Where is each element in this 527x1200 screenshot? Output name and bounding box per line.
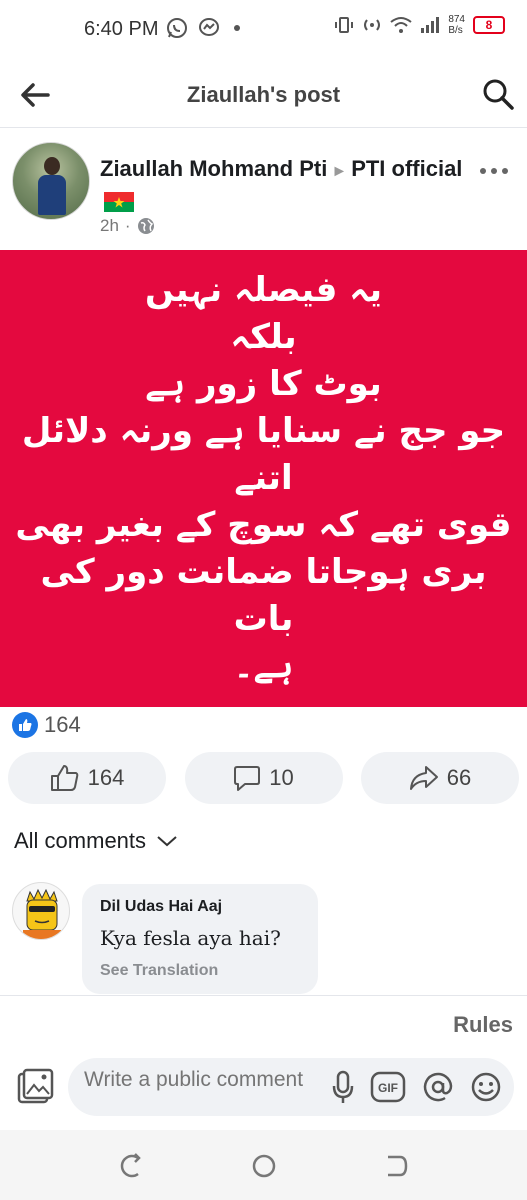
globe-icon [137, 218, 154, 234]
whatsapp-icon [167, 18, 187, 38]
chevron-down-icon [157, 836, 177, 847]
post-text: یہ فیصلہ نہیں بلکہ بوٹ کا زور ہے جو جج ن… [14, 267, 514, 690]
comments-filter[interactable]: All comments [14, 828, 178, 854]
post-line: بلکہ [230, 317, 297, 357]
hotspot-icon [364, 19, 381, 31]
comment-input[interactable] [84, 1068, 304, 1116]
comments-filter-label: All comments [14, 828, 147, 853]
svg-text:GIF: GIF [378, 1081, 398, 1095]
page-title: Ziaullah's post [186, 82, 341, 107]
home-icon[interactable] [250, 1152, 278, 1180]
search-icon[interactable] [481, 77, 515, 111]
system-icons: 874 B/s 8 [334, 14, 505, 36]
text-post-body[interactable]: یہ فیصلہ نہیں بلکہ بوٹ کا زور ہے جو جج ن… [0, 250, 527, 707]
comment-composer: GIF [68, 1058, 514, 1116]
composer-divider [0, 995, 527, 996]
post-line: بوٹ کا زور ہے [145, 364, 382, 404]
post-header: Ziaullah Mohmand Pti ► PTI official 2h · [0, 130, 527, 250]
gif-icon[interactable]: GIF [370, 1071, 406, 1103]
author-avatar[interactable] [12, 142, 90, 220]
avatar-head [44, 157, 60, 175]
post-line: قوی تھے کہ سوچ کے بغیر بھی [15, 505, 512, 545]
flag-icon [104, 192, 134, 212]
status-time: 6:40 PM [84, 18, 159, 40]
microphone-icon[interactable] [332, 1070, 354, 1104]
signal-icon [421, 17, 440, 33]
emoji-icon[interactable] [470, 1071, 502, 1103]
status-bar: 6:40 PM 874 B/s 8 [0, 0, 527, 62]
net-speed-value: 874 [448, 14, 465, 25]
battery-icon: 8 [473, 16, 505, 34]
dot-icon [234, 25, 240, 31]
post-meta: 2h · [100, 216, 155, 236]
messenger-icon [199, 18, 219, 36]
battery-level: 8 [485, 18, 493, 32]
comment-icon [234, 766, 261, 791]
post-actions: 164 10 66 [8, 752, 519, 806]
commenter-avatar[interactable] [12, 882, 70, 940]
cartoon-avatar-icon [23, 888, 61, 939]
like-count: 164 [87, 765, 125, 790]
net-speed-unit: B/s [448, 25, 463, 36]
comment-bubble[interactable]: Dil Udas Hai Aaj Kya fesla aya hai? See … [82, 884, 318, 994]
post-line: بری ہوجاتا ضمانت دور کی بات [40, 552, 487, 639]
post-line: ہے۔ [233, 646, 294, 686]
comment-count: 10 [269, 765, 294, 790]
like-reaction-icon [12, 712, 38, 738]
share-icon [409, 766, 438, 790]
mention-icon[interactable] [422, 1071, 454, 1103]
author-name[interactable]: Ziaullah Mohmand Pti [100, 156, 327, 181]
notification-icons [166, 17, 244, 39]
author-line: Ziaullah Mohmand Pti ► PTI official [100, 153, 465, 218]
comment-button[interactable]: 10 [184, 752, 343, 804]
recent-apps-icon[interactable] [118, 1152, 146, 1180]
see-translation-link[interactable]: See Translation [100, 962, 300, 980]
more-options-icon[interactable] [479, 166, 509, 176]
post-line: جو جج نے سنایا ہے ورنہ دلائل اتنے [21, 411, 506, 498]
vibrate-icon [335, 17, 354, 33]
share-button[interactable]: 66 [361, 752, 519, 804]
meta-separator: · [124, 216, 131, 235]
reaction-count: 164 [44, 712, 81, 737]
rules-link[interactable]: Rules [453, 1012, 513, 1038]
group-name[interactable]: PTI official [351, 156, 462, 181]
thumbs-up-icon [50, 765, 78, 791]
top-app-bar: Ziaullah's post [0, 62, 527, 128]
avatar-body [38, 175, 66, 215]
comment-text: Kya fesla aya hai? [100, 926, 281, 950]
wifi-icon [390, 17, 412, 33]
post-line: یہ فیصلہ نہیں [145, 270, 382, 310]
system-nav-bar [0, 1130, 527, 1200]
photo-icon[interactable] [16, 1068, 54, 1106]
post-time[interactable]: 2h [100, 216, 119, 236]
back-nav-icon[interactable] [382, 1152, 410, 1180]
share-count: 66 [446, 765, 472, 790]
net-speed: 874 B/s [448, 14, 465, 36]
reaction-summary[interactable]: 164 [12, 712, 81, 738]
like-button[interactable]: 164 [8, 752, 166, 804]
comment-author[interactable]: Dil Udas Hai Aaj [100, 898, 300, 916]
composer-actions: GIF [332, 1070, 502, 1104]
play-arrow-icon: ► [331, 163, 348, 180]
